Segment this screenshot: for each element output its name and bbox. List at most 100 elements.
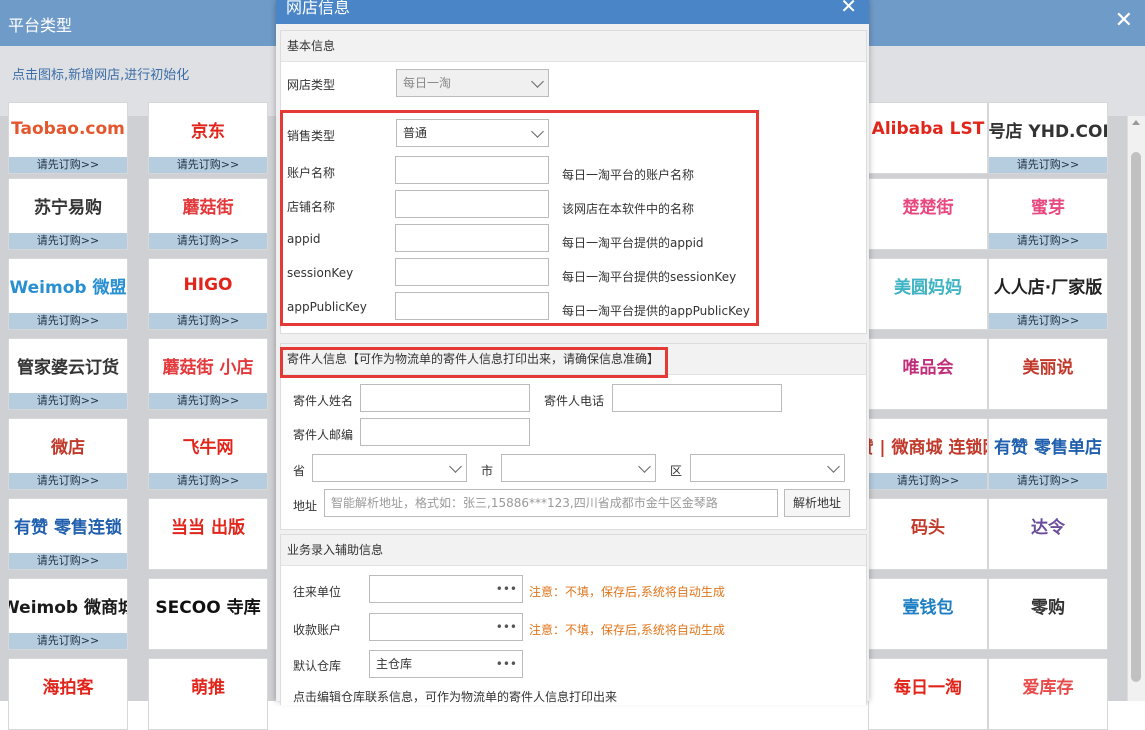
dialog-header: 网店信息 ✕ xyxy=(276,0,869,24)
order-first-link[interactable]: 请先订购>> xyxy=(9,633,127,649)
sender-zip-label: 寄件人邮编 xyxy=(293,428,354,442)
platform-tile[interactable]: 有赞 零售单店 请先订购>> xyxy=(988,418,1108,490)
platform-tile[interactable]: 有赞 | 微商城 连锁网店请先订购>> xyxy=(868,418,988,490)
platform-tile[interactable]: 唯品会 xyxy=(868,338,988,410)
platform-tile[interactable]: 管家婆云订货 请先订购>> xyxy=(8,338,128,410)
platform-logo: 壹钱包 xyxy=(902,597,954,618)
platform-logo: Alibaba LST xyxy=(871,119,985,139)
platform-tile[interactable]: 蘑菇街请先订购>> xyxy=(148,178,268,250)
background-close-icon[interactable]: ✕ xyxy=(1115,8,1133,33)
platform-logo: 美丽说 xyxy=(1022,357,1074,378)
shop-type-label: 网店类型 xyxy=(287,78,336,92)
platform-tile[interactable]: 当当 出版 xyxy=(148,498,268,570)
highlight-box-credentials xyxy=(280,110,759,326)
order-first-link[interactable]: 请先订购>> xyxy=(149,393,267,409)
platform-logo: 苏宁易购 xyxy=(34,197,102,218)
platform-tile[interactable]: 微店请先订购>> xyxy=(8,418,128,490)
account-label: 收款账户 xyxy=(293,623,342,637)
order-first-link[interactable]: 请先订购>> xyxy=(9,313,127,329)
platform-tile[interactable]: 壹钱包 xyxy=(868,578,988,650)
platform-tile[interactable]: 零购 xyxy=(988,578,1108,650)
platform-tile[interactable]: HIGO 请先订购>> xyxy=(148,258,268,330)
platform-tile[interactable]: 1号店 YHD.COM 请先订购>> xyxy=(988,102,1108,174)
platform-tile[interactable]: Alibaba LST xyxy=(868,102,988,174)
order-first-link[interactable]: 请先订购>> xyxy=(989,313,1107,329)
order-first-link[interactable]: 请先订购>> xyxy=(149,233,267,249)
order-first-link[interactable]: 请先订购>> xyxy=(869,473,987,489)
platform-tile[interactable]: 美圆妈妈 xyxy=(868,258,988,330)
platform-tile[interactable]: 达令 xyxy=(988,498,1108,570)
order-first-link[interactable]: 请先订购>> xyxy=(989,473,1107,489)
order-first-link[interactable]: 请先订购>> xyxy=(149,157,267,173)
sender-phone-input[interactable] xyxy=(612,384,782,412)
order-first-link[interactable]: 请先订购>> xyxy=(989,233,1107,249)
sender-zip-input[interactable] xyxy=(360,418,530,446)
warehouse-input[interactable]: 主仓库 ••• xyxy=(369,650,523,678)
background-title: 平台类型 xyxy=(8,16,73,35)
platform-logo: 微店 xyxy=(51,437,85,458)
platform-tile[interactable]: 码头 xyxy=(868,498,988,570)
warehouse-note-link[interactable]: 点击编辑仓库联系信息，可作为物流单的寄件人信息打印出来 xyxy=(293,688,617,705)
shop-type-select[interactable]: 每日一淘 xyxy=(396,69,549,97)
platform-logo: Taobao.com xyxy=(11,119,125,139)
platform-logo: 美圆妈妈 xyxy=(894,277,962,298)
basic-info-heading: 基本信息 xyxy=(281,31,866,62)
order-first-link[interactable]: 请先订购>> xyxy=(149,313,267,329)
address-input[interactable]: 智能解析地址，格式如：张三,15886***123,四川省成都市金牛区金琴路 xyxy=(324,489,778,517)
platform-tile[interactable]: 萌推 xyxy=(148,658,268,730)
more-icon[interactable]: ••• xyxy=(496,651,517,677)
district-label: 区 xyxy=(670,464,683,478)
scroll-up-arrow-icon[interactable] xyxy=(1132,120,1140,125)
highlight-box-sender xyxy=(280,347,668,378)
partner-input[interactable]: ••• xyxy=(369,575,523,603)
city-select[interactable] xyxy=(501,454,656,482)
district-select[interactable] xyxy=(690,454,845,482)
platform-logo: 有赞 零售连锁 xyxy=(14,517,122,538)
order-first-link[interactable]: 请先订购>> xyxy=(9,473,127,489)
order-first-link[interactable]: 请先订购>> xyxy=(989,157,1107,173)
chevron-down-icon xyxy=(638,460,651,473)
platform-tile[interactable]: 苏宁易购请先订购>> xyxy=(8,178,128,250)
more-icon[interactable]: ••• xyxy=(496,576,517,602)
close-icon[interactable]: ✕ xyxy=(840,0,857,18)
order-first-link[interactable]: 请先订购>> xyxy=(9,157,127,173)
platform-logo: 蘑菇街 xyxy=(182,197,234,218)
scroll-thumb[interactable] xyxy=(1131,152,1141,682)
platform-tile[interactable]: 人人店·厂家版 请先订购>> xyxy=(988,258,1108,330)
order-first-link[interactable]: 请先订购>> xyxy=(9,393,127,409)
account-input[interactable]: ••• xyxy=(369,613,523,641)
parse-address-button[interactable]: 解析地址 xyxy=(784,489,850,517)
province-select[interactable] xyxy=(312,454,467,482)
partner-label: 往来单位 xyxy=(293,585,342,599)
sender-name-label: 寄件人姓名 xyxy=(293,394,354,408)
order-first-link[interactable]: 请先订购>> xyxy=(9,553,127,569)
more-icon[interactable]: ••• xyxy=(496,614,517,640)
platform-tile[interactable]: SECOO 寺库 xyxy=(148,578,268,650)
platform-tile[interactable]: 蘑菇街 小店 请先订购>> xyxy=(148,338,268,410)
platform-tile[interactable]: 飞牛网 请先订购>> xyxy=(148,418,268,490)
sender-name-input[interactable] xyxy=(360,384,530,412)
platform-tile[interactable]: 爱库存 xyxy=(988,658,1108,730)
sender-phone-label: 寄件人电话 xyxy=(544,394,605,408)
shop-info-dialog: 网店信息 ✕ 基本信息 网店类型 每日一淘 销售类型 普通 账户名称 每日一淘平… xyxy=(276,0,869,705)
platform-tile[interactable]: 海拍客 xyxy=(8,658,128,730)
warehouse-value: 主仓库 xyxy=(376,657,413,671)
scrollbar[interactable] xyxy=(1127,116,1145,701)
platform-logo: 1号店 YHD.COM xyxy=(989,121,1107,142)
order-first-link[interactable]: 请先订购>> xyxy=(9,233,127,249)
platform-tile[interactable]: Weimob 微盟 请先订购>> xyxy=(8,258,128,330)
order-first-link[interactable]: 请先订购>> xyxy=(149,473,267,489)
platform-tile[interactable]: 美丽说 xyxy=(988,338,1108,410)
platform-tile[interactable]: 京东 请先订购>> xyxy=(148,102,268,174)
platform-tile[interactable]: Taobao.com 请先订购>> xyxy=(8,102,128,174)
chevron-down-icon xyxy=(531,75,544,88)
platform-tile[interactable]: Weimob 微商城请先订购>> xyxy=(8,578,128,650)
chevron-down-icon xyxy=(827,460,840,473)
platform-tile[interactable]: 楚楚街 xyxy=(868,178,988,250)
platform-tile[interactable]: 蜜芽 请先订购>> xyxy=(988,178,1108,250)
platform-logo: 海拍客 xyxy=(42,677,94,698)
background-hint: 点击图标,新增网店,进行初始化 xyxy=(12,68,190,83)
platform-tile[interactable]: 有赞 零售连锁请先订购>> xyxy=(8,498,128,570)
platform-logo: Weimob 微商城 xyxy=(9,597,127,618)
platform-tile[interactable]: 每日一淘 xyxy=(868,658,988,730)
